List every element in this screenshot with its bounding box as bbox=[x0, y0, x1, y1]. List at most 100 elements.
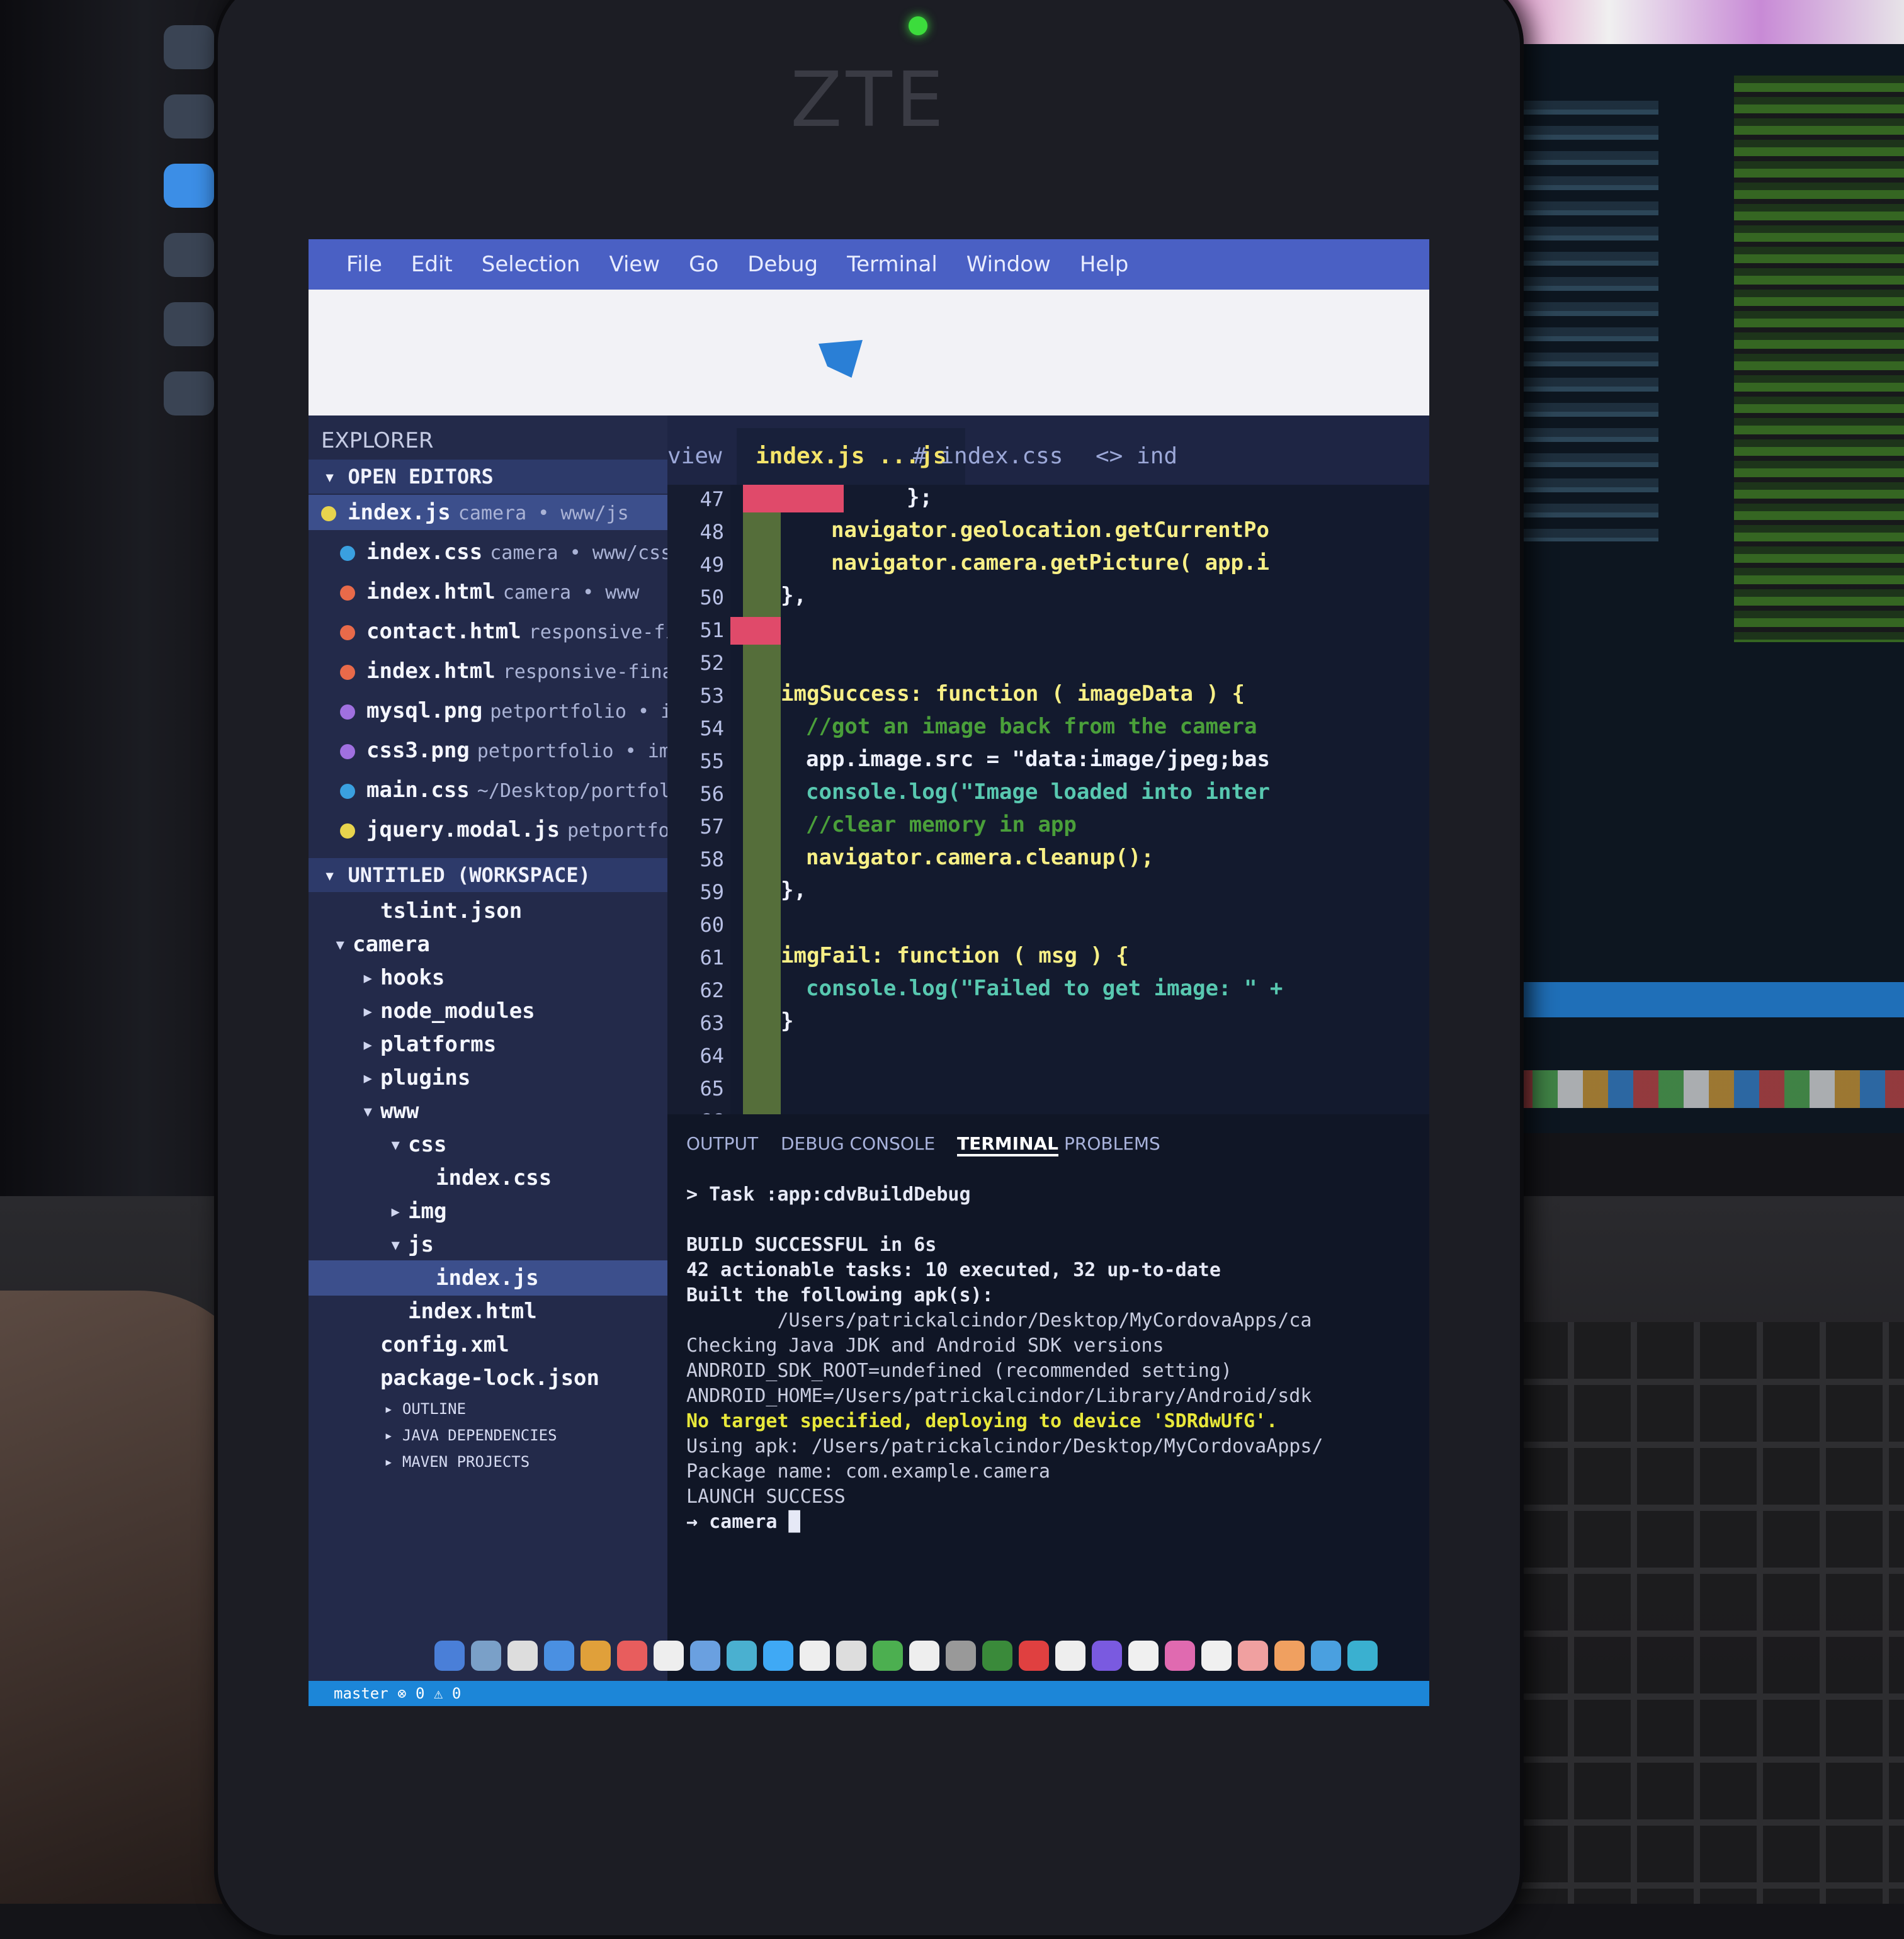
collapsed-section[interactable]: ▸ JAVA DEPENDENCIES bbox=[384, 1427, 557, 1444]
open-editor-item[interactable]: index.js camera • www/js bbox=[309, 495, 680, 530]
dock-app-icon[interactable] bbox=[763, 1641, 793, 1671]
open-editor-item[interactable]: index.css camera • www/css bbox=[309, 534, 699, 570]
tree-item[interactable]: package-lock.json bbox=[309, 1360, 720, 1396]
collapsed-section[interactable]: ▸ OUTLINE bbox=[384, 1400, 466, 1418]
open-editor-item[interactable]: mysql.png petportfolio • img bbox=[309, 693, 699, 728]
panel-tab[interactable]: PROBLEMS bbox=[1064, 1133, 1160, 1154]
tree-item-label: package-lock.json bbox=[380, 1365, 599, 1391]
open-editor-item[interactable]: index.htmlresponsive-final-pro... bbox=[309, 653, 699, 689]
dock-app-icon[interactable] bbox=[800, 1641, 830, 1671]
dock-app-icon[interactable] bbox=[836, 1641, 866, 1671]
dock-app-icon[interactable] bbox=[873, 1641, 903, 1671]
file-type-icon bbox=[340, 545, 355, 561]
dock-app-icon[interactable] bbox=[690, 1641, 720, 1671]
panel-tab[interactable]: DEBUG CONSOLE bbox=[781, 1133, 935, 1154]
code-line: navigator.camera.cleanup(); bbox=[806, 845, 1154, 870]
file-name: mysql.png bbox=[366, 698, 483, 723]
open-editor-item[interactable]: contact.htmlresponsive-final-p... bbox=[309, 614, 699, 649]
panel-tab[interactable]: TERMINAL bbox=[957, 1133, 1059, 1156]
editor-tab[interactable]: # index.css bbox=[913, 428, 1063, 485]
menu-item[interactable]: Debug bbox=[747, 252, 818, 277]
dock-app-icon[interactable] bbox=[1311, 1641, 1341, 1671]
workspace-header[interactable]: ▾ UNTITLED (WORKSPACE) bbox=[309, 858, 667, 892]
line-number: 61 bbox=[700, 946, 724, 970]
terminal-line: Using apk: /Users/patrickalcindor/Deskto… bbox=[686, 1435, 1323, 1457]
dock-app-icon[interactable] bbox=[507, 1641, 538, 1671]
tree-item-label: plugins bbox=[380, 1065, 471, 1090]
open-editor-item[interactable]: css3.png petportfolio • img bbox=[309, 733, 699, 768]
tree-item-label: img bbox=[408, 1199, 447, 1224]
dock-app-icon[interactable] bbox=[1128, 1641, 1159, 1671]
tree-item[interactable]: ▾ www bbox=[309, 1094, 720, 1129]
line-number: 54 bbox=[700, 716, 724, 740]
file-path: ~/Desktop/portfolio bbox=[477, 780, 693, 802]
chevron-icon: ▾ bbox=[389, 1132, 402, 1157]
dock-app-icon[interactable] bbox=[617, 1641, 647, 1671]
editor-tab[interactable]: <> ind bbox=[1096, 428, 1177, 485]
dock-app-icon[interactable] bbox=[1201, 1641, 1232, 1671]
file-name: index.js bbox=[348, 500, 451, 525]
menu-item[interactable]: Window bbox=[966, 252, 1051, 277]
panel-tab[interactable]: OUTPUT bbox=[686, 1133, 758, 1154]
open-editor-item[interactable]: index.html camera • www bbox=[309, 574, 699, 609]
menu-item[interactable]: Terminal bbox=[847, 252, 938, 277]
line-number: 57 bbox=[700, 815, 724, 839]
tree-item[interactable]: ▸ node_modules bbox=[309, 993, 720, 1029]
dock-app-icon[interactable] bbox=[946, 1641, 976, 1671]
tree-item[interactable]: ▾ camera bbox=[309, 927, 693, 962]
dock-app-icon[interactable] bbox=[1092, 1641, 1122, 1671]
code-line: }, bbox=[781, 583, 807, 608]
tree-item-label: platforms bbox=[380, 1032, 497, 1057]
terminal-line: 42 actionable tasks: 10 executed, 32 up-… bbox=[686, 1259, 1221, 1281]
menu-item[interactable]: Selection bbox=[482, 252, 581, 277]
tree-item-label: index.css bbox=[436, 1165, 552, 1190]
tree-item[interactable]: ▸ platforms bbox=[309, 1027, 720, 1062]
menu-bar: File Edit Selection View Go Debug Terminal Wind… bbox=[309, 239, 1429, 290]
dock-app-icon[interactable] bbox=[1347, 1641, 1378, 1671]
open-editor-item[interactable]: main.css ~/Desktop/portfolio bbox=[309, 772, 699, 808]
tree-item[interactable]: ▸ hooks bbox=[309, 960, 720, 995]
menu-item[interactable]: Go bbox=[689, 252, 718, 277]
dock-app-icon[interactable] bbox=[471, 1641, 501, 1671]
tree-item[interactable]: tslint.json bbox=[309, 893, 720, 929]
tree-item[interactable]: config.xml bbox=[309, 1327, 720, 1362]
menu-item[interactable]: File bbox=[346, 252, 382, 277]
line-number: 53 bbox=[700, 684, 724, 708]
dock-app-icon[interactable] bbox=[581, 1641, 611, 1671]
dock-app-icon[interactable] bbox=[727, 1641, 757, 1671]
dock-app-icon[interactable] bbox=[1055, 1641, 1085, 1671]
dock-app-icon[interactable] bbox=[1165, 1641, 1195, 1671]
file-path: petportfolio • img bbox=[490, 701, 695, 723]
camera-led bbox=[909, 16, 927, 35]
open-editor-item[interactable]: jquery.modal.js petportfolio bbox=[309, 812, 699, 847]
dock-app-icon[interactable] bbox=[982, 1641, 1012, 1671]
menu-item[interactable]: View bbox=[609, 252, 660, 277]
collapsed-section[interactable]: ▸ MAVEN PROJECTS bbox=[384, 1453, 530, 1471]
code-editor[interactable]: }; navigator.geolocation.getCurrentPo navi… bbox=[730, 485, 1429, 1114]
dock-app-icon[interactable] bbox=[1274, 1641, 1305, 1671]
file-name: jquery.modal.js bbox=[366, 817, 560, 842]
dock-app-icon[interactable] bbox=[1019, 1641, 1049, 1671]
terminal-line: BUILD SUCCESSFUL in 6s bbox=[686, 1234, 937, 1256]
tree-item[interactable]: ▸ plugins bbox=[309, 1060, 720, 1095]
file-type-icon bbox=[340, 585, 355, 601]
dock-app-icon[interactable] bbox=[434, 1641, 465, 1671]
tree-item-label: hooks bbox=[380, 965, 445, 990]
chevron-icon: ▸ bbox=[361, 965, 375, 990]
dock-app-icon[interactable] bbox=[654, 1641, 684, 1671]
dock-app-icon[interactable] bbox=[1238, 1641, 1268, 1671]
dock-app-icon[interactable] bbox=[544, 1641, 574, 1671]
chevron-icon: ▸ bbox=[361, 998, 375, 1024]
chevron-icon: ▾ bbox=[334, 932, 347, 957]
terminal-line: Checking Java JDK and Android SDK versio… bbox=[686, 1335, 1164, 1357]
open-editors-header[interactable]: ▾ OPEN EDITORS bbox=[309, 460, 667, 494]
line-number: 58 bbox=[700, 847, 724, 871]
dock-app-icon[interactable] bbox=[909, 1641, 939, 1671]
menu-item[interactable]: Edit bbox=[411, 252, 453, 277]
editor-tab[interactable]: view bbox=[667, 428, 722, 485]
line-number: 63 bbox=[700, 1011, 724, 1035]
code-line: //got an image back from the camera bbox=[806, 714, 1257, 739]
menu-item[interactable]: Help bbox=[1080, 252, 1129, 277]
file-type-icon bbox=[340, 743, 355, 759]
code-line: app.image.src = "data:image/jpeg;bas bbox=[806, 747, 1270, 772]
